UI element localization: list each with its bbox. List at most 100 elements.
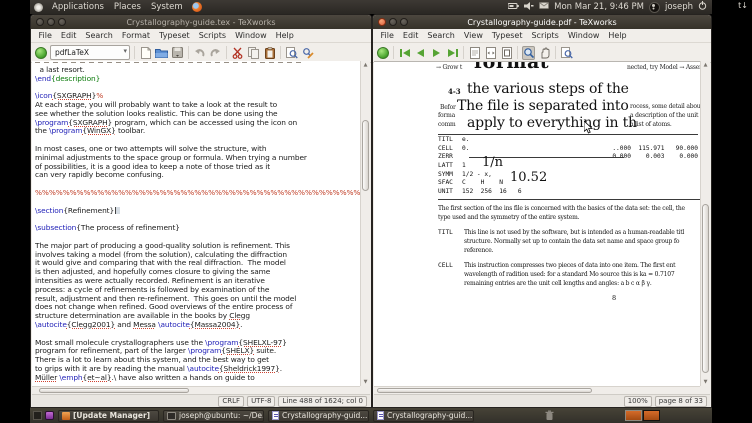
scroll-up-arrow-icon[interactable]: ▲ (701, 61, 710, 69)
editor-line: it would give and comparing that with th… (35, 259, 286, 268)
editor-line: At each stage, you will probably want to… (35, 100, 278, 109)
menu-places[interactable]: Places (109, 2, 146, 12)
pdf-definition: CELL This instruction compresses two pie… (438, 262, 676, 287)
copy-button[interactable] (247, 46, 260, 60)
previous-page-button[interactable] (414, 46, 427, 60)
trash-icon[interactable] (545, 410, 554, 423)
scroll-down-arrow-icon[interactable]: ▼ (701, 378, 710, 386)
clock[interactable]: Mon Mar 21, 9:46 PM (554, 2, 644, 12)
menu-item[interactable]: Help (604, 31, 631, 40)
menu-system[interactable]: System (146, 2, 188, 12)
user-avatar-icon[interactable] (648, 1, 660, 13)
menu-item[interactable]: Window (563, 31, 604, 40)
menu-item[interactable]: Typeset (155, 31, 195, 40)
menu-applications[interactable]: Applications (47, 2, 109, 12)
magnifier-tool-button[interactable] (522, 45, 535, 60)
menu-item[interactable]: Scripts (194, 31, 230, 40)
save-button[interactable] (171, 46, 184, 60)
encoding-indicator[interactable]: UTF-8 (247, 395, 276, 407)
editor-line: \program{SXGRAPH} program, which can be … (35, 118, 298, 127)
username[interactable]: joseph (665, 2, 693, 12)
paste-button[interactable] (263, 46, 276, 60)
open-file-button[interactable] (155, 46, 168, 60)
scrollbar-thumb[interactable] (377, 388, 593, 393)
show-desktop-icon[interactable] (33, 411, 42, 420)
taskbar-item-update-manager[interactable]: [Update Manager] (58, 409, 159, 422)
firefox-icon[interactable] (191, 2, 202, 12)
replace-button[interactable] (301, 46, 314, 60)
first-page-button[interactable] (398, 46, 411, 60)
minimize-button[interactable] (389, 18, 397, 26)
taskbar-item-tex-document[interactable]: Crystallography-guid... (268, 409, 369, 422)
editor-vertical-scrollbar[interactable]: ▲ ▼ (360, 61, 370, 386)
scrollbar-thumb[interactable] (702, 204, 709, 373)
menu-item[interactable]: Format (117, 31, 154, 40)
typeset-button[interactable] (377, 46, 389, 59)
pdf-titlebar[interactable]: Crystallography-guide.pdf - TeXworks (373, 15, 711, 29)
close-button[interactable] (378, 18, 386, 26)
menu-item[interactable]: File (34, 31, 56, 40)
editor-titlebar[interactable]: Crystallography-guide.tex - TeXworks (31, 15, 371, 29)
menu-item[interactable]: Help (271, 31, 298, 40)
minimize-button[interactable] (47, 18, 55, 26)
zoom-level-indicator[interactable]: 100% (623, 395, 652, 407)
pdf-menubar: File Edit Search View Typeset Scripts Window He… (373, 29, 711, 43)
taskbar-item-terminal[interactable]: joseph@ubuntu: ~/De... (163, 409, 264, 422)
pdf-page[interactable]: → Grow t format nected, try Model → Asse… (374, 61, 700, 386)
pdf-horizontal-scrollbar[interactable] (374, 386, 700, 394)
pdf-big-line: the various steps of the (467, 81, 629, 97)
taskbar-item-label: Crystallography-guid... (387, 411, 473, 420)
actual-size-button[interactable] (468, 46, 481, 60)
volume-icon[interactable] (524, 1, 534, 13)
battery-icon[interactable] (507, 2, 519, 13)
distro-logo-icon[interactable] (34, 2, 43, 12)
close-button[interactable] (36, 18, 44, 26)
editor-line: can very rapidly become confusing. (35, 171, 164, 180)
pdf-vertical-scrollbar[interactable]: ▲ ▼ (700, 61, 710, 386)
pdf-section-number: 4-3 (448, 87, 461, 96)
cut-button[interactable] (231, 46, 244, 60)
menu-item[interactable]: Scripts (527, 31, 563, 40)
scroll-up-arrow-icon[interactable]: ▲ (361, 61, 370, 69)
line-ending-indicator[interactable]: CRLF (218, 395, 245, 407)
maximize-button[interactable] (58, 18, 66, 26)
find-button[interactable] (285, 46, 298, 60)
editor-text-area[interactable]: a last resort. \end{description} \icon{SXG… (32, 61, 360, 386)
power-icon[interactable] (698, 1, 707, 13)
menu-item[interactable]: Edit (398, 31, 423, 40)
menu-item[interactable]: Window (231, 31, 272, 40)
editor-line: the \program{WinGX} toolbar. (35, 127, 146, 136)
scrollbar-thumb[interactable] (38, 388, 190, 393)
menu-item[interactable]: Edit (56, 31, 81, 40)
editor-horizontal-scrollbar[interactable] (32, 386, 360, 394)
workspace-1[interactable] (625, 410, 642, 421)
menu-item[interactable]: Search (423, 31, 459, 40)
find-button[interactable] (560, 46, 573, 60)
mail-icon[interactable] (539, 2, 549, 12)
workspace-2[interactable] (643, 410, 660, 421)
scrollbar-thumb[interactable] (362, 119, 369, 191)
fit-window-button[interactable] (500, 46, 513, 60)
fit-width-button[interactable] (484, 46, 497, 60)
pdf-toolbar (373, 43, 711, 63)
desktop: Applications Places System Mon Mar 21, 9… (30, 0, 712, 423)
pdf-heading-clipped: format (474, 62, 550, 73)
maximize-button[interactable] (400, 18, 408, 26)
taskbar-item-pdf-document[interactable]: Crystallography-guid... (373, 409, 474, 422)
undo-button[interactable] (193, 46, 206, 60)
menu-item[interactable]: File (376, 31, 398, 40)
last-page-button[interactable] (446, 46, 459, 60)
app-window-icon[interactable] (45, 411, 54, 420)
hand-tool-button[interactable] (538, 46, 551, 60)
scroll-down-arrow-icon[interactable]: ▼ (361, 378, 370, 386)
menu-item[interactable]: Search (81, 31, 117, 40)
engine-select[interactable]: pdfLaTeX ▾ (50, 45, 130, 60)
pdf-big-line: The file is separated into (457, 98, 629, 114)
menu-item[interactable]: Typeset (487, 31, 527, 40)
typeset-button[interactable] (35, 46, 47, 59)
new-file-button[interactable] (139, 46, 152, 60)
next-page-button[interactable] (430, 46, 443, 60)
menu-item[interactable]: View (459, 31, 487, 40)
redo-button[interactable] (209, 46, 222, 60)
